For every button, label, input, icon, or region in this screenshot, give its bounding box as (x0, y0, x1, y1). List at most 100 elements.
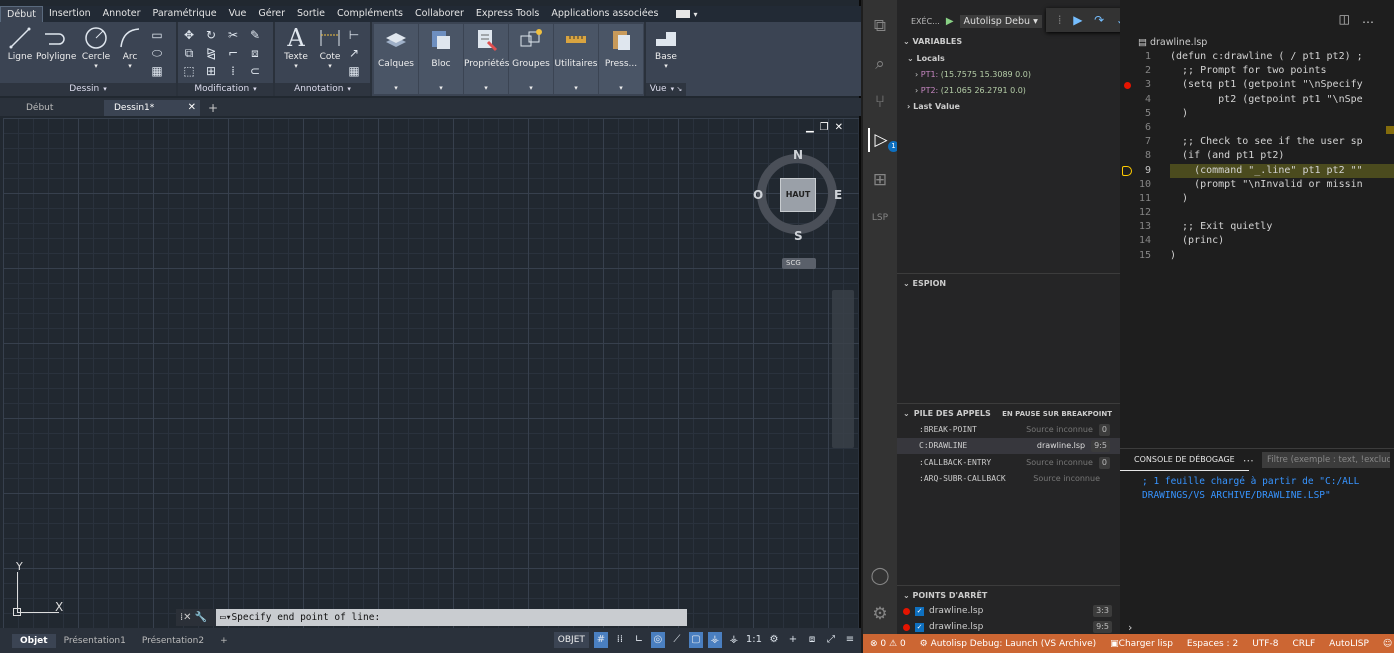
ellipse-icon[interactable]: ⬭ (146, 44, 168, 62)
panel-modification-footer[interactable]: Modification ▾ (178, 83, 273, 96)
command-line-controls[interactable]: ⁞✕ 🔧 (176, 609, 216, 626)
new-tab-icon[interactable]: + (200, 100, 226, 116)
viewcube-face-top[interactable]: HAUT (780, 178, 816, 212)
step-over-icon[interactable]: ↷ (1094, 13, 1104, 27)
chevron-down-icon[interactable]: ▾ (419, 84, 463, 92)
trim-icon[interactable]: ✂ (222, 26, 244, 44)
compass-n[interactable]: N (793, 148, 803, 162)
callstack-header[interactable]: ⌄ PILE DES APPELS EN PAUSE SUR BREAKPOINT (897, 406, 1120, 422)
ucs-menu[interactable]: SCG (782, 258, 816, 269)
presse-papiers-button[interactable]: Press... ▾ (599, 24, 643, 94)
lsp-icon[interactable]: LSP (868, 206, 892, 230)
problems-status[interactable]: ⊗ 0 ⚠ 0 (863, 639, 913, 649)
visibility-icon[interactable]: ⚶ (727, 632, 741, 648)
panel-vue-footer[interactable]: Vue ▾ ↘ (646, 83, 686, 96)
rotate-icon[interactable]: ↻ (200, 26, 222, 44)
breadcrumb[interactable]: ▤ drawline.lsp (1138, 37, 1207, 48)
start-debug-icon[interactable]: ▶ (946, 16, 954, 27)
run-debug-icon[interactable]: ▷ 1 (868, 128, 899, 152)
gear-icon[interactable]: ⚙ (767, 632, 781, 648)
extensions-icon[interactable]: ⊞ (868, 168, 892, 192)
stack-frame[interactable]: :ARQ-SUBR-CALLBACK Source inconnue (897, 471, 1120, 487)
move-icon[interactable]: ✥ (178, 26, 200, 44)
cote-button[interactable]: Cote ▾ (315, 26, 345, 70)
command-input[interactable]: ▭▾Specify end point of line: (216, 609, 687, 626)
console-prompt-icon[interactable]: › (1128, 621, 1132, 634)
ortho-icon[interactable]: ∟ (632, 632, 646, 648)
chevron-down-icon[interactable]: ▾ (599, 84, 643, 92)
ribbon-tab-complements[interactable]: Compléments (331, 6, 409, 22)
stack-frame[interactable]: C:DRAWLINE drawline.lsp 9:5 (897, 438, 1120, 454)
texte-button[interactable]: A Texte ▾ (281, 26, 311, 70)
calques-button[interactable]: Calques ▾ (374, 24, 418, 94)
debug-launch-status[interactable]: ⚙ Autolisp Debug: Launch (VS Archive) (913, 639, 1103, 649)
array-icon[interactable]: ⁞ (222, 62, 244, 80)
chevron-down-icon[interactable]: ▾ (554, 84, 598, 92)
base-button[interactable]: Base ▾ (650, 26, 682, 70)
chevron-down-icon[interactable]: ▾ (509, 84, 553, 92)
panel-annotation-footer[interactable]: Annotation ▾ (275, 83, 370, 96)
ribbon-tab-applications[interactable]: Applications associées (545, 6, 664, 22)
mirror-icon[interactable]: ⧎ (200, 44, 222, 62)
layout-tab-objet[interactable]: Objet (12, 633, 56, 648)
variable-row[interactable]: › PT2: (21.065 26.2791 0.0) (897, 83, 1120, 99)
more-icon[interactable]: ⋯ (1243, 454, 1254, 467)
charger-lisp-button[interactable]: ▣Charger lisp (1103, 639, 1180, 649)
console-filter-input[interactable]: Filtre (exemple : text, !exclude) (1262, 452, 1390, 468)
compass-s[interactable]: S (794, 229, 803, 243)
model-space-button[interactable]: OBJET (553, 632, 589, 648)
debug-console-tab[interactable]: CONSOLE DE DÉBOGAGE (1120, 449, 1249, 471)
stack-frame[interactable]: :BREAK-POINT Source inconnue 0 (897, 422, 1120, 438)
compass-e[interactable]: E (834, 188, 842, 202)
ribbon-minimize-icon[interactable] (676, 10, 691, 18)
arc-button[interactable]: Arc ▾ (116, 26, 144, 70)
linear-dim-icon[interactable]: ⊢ (343, 26, 365, 44)
add-layout-icon[interactable]: + (212, 634, 236, 648)
proprietes-button[interactable]: Propriétés ▾ (464, 24, 509, 94)
stack-frame[interactable]: :CALLBACK-ENTRY Source inconnue 0 (897, 455, 1120, 471)
ribbon-tab-annoter[interactable]: Annoter (97, 6, 147, 22)
doc-tab-dessin1[interactable]: Dessin1* ✕ (104, 100, 200, 116)
checkbox[interactable]: ✓ (915, 622, 924, 632)
plus-icon[interactable]: + (786, 632, 800, 648)
ribbon-tab-parametrique[interactable]: Paramétrique (147, 6, 223, 22)
ribbon-tab-debut[interactable]: Début (0, 5, 43, 23)
viewcube[interactable]: HAUT N S E O (753, 148, 843, 243)
viewport-controls[interactable]: ▁❐✕ (806, 122, 849, 133)
grid-icon[interactable]: # (593, 632, 608, 648)
account-icon[interactable]: ◯ (868, 564, 892, 588)
chevron-down-icon[interactable]: ▾ (374, 84, 418, 92)
indent-status[interactable]: Espaces : 2 (1180, 639, 1245, 649)
cercle-button[interactable]: Cercle ▾ (80, 26, 112, 70)
minimap-marker[interactable] (1386, 126, 1394, 134)
locals-scope[interactable]: ⌄ Locals (897, 51, 1120, 67)
polar-icon[interactable]: ◎ (650, 632, 665, 648)
fullscreen-icon[interactable]: ⤢ (824, 632, 838, 648)
debug-config-select[interactable]: Autolisp Debu ▾ (959, 14, 1042, 28)
explorer-icon[interactable]: ⧉ (868, 14, 892, 38)
utilitaires-button[interactable]: Utilitaires ▾ (554, 24, 598, 94)
scale-label[interactable]: 1:1 (746, 632, 762, 648)
chevron-down-icon[interactable]: ▾ (80, 62, 112, 70)
isolate-icon[interactable]: ⧈ (805, 632, 819, 648)
drawing-canvas[interactable]: ▁❐✕ (3, 118, 859, 628)
snap-icon[interactable]: ⁞⁞ (613, 632, 627, 648)
ribbon-tab-sortie[interactable]: Sortie (291, 6, 331, 22)
gear-icon[interactable]: ⚙ (868, 602, 892, 626)
checkbox[interactable]: ✓ (915, 606, 924, 616)
source-control-icon[interactable]: ⑂ (868, 90, 892, 114)
hatch-icon[interactable]: ▦ (146, 62, 168, 80)
chevron-down-icon[interactable]: ▾ (693, 10, 697, 19)
menu-icon[interactable]: ≡ (843, 632, 857, 648)
polyligne-button[interactable]: Polyligne (36, 26, 76, 62)
chevron-down-icon[interactable]: ▾ (464, 84, 508, 92)
layout-tab-presentation2[interactable]: Présentation2 (134, 634, 212, 648)
last-value-scope[interactable]: › Last Value (897, 99, 1120, 115)
continue-icon[interactable]: ▶ (1073, 13, 1082, 27)
navigation-bar[interactable] (832, 290, 854, 448)
explode-icon[interactable]: ⧈ (244, 44, 266, 62)
copy-icon[interactable]: ⧉ (178, 44, 200, 62)
feedback-icon[interactable]: ☺ (1376, 639, 1394, 649)
breakpoint-row[interactable]: ✓ drawline.lsp 3:3 (897, 603, 1120, 619)
chevron-down-icon[interactable]: ▾ (116, 62, 144, 70)
